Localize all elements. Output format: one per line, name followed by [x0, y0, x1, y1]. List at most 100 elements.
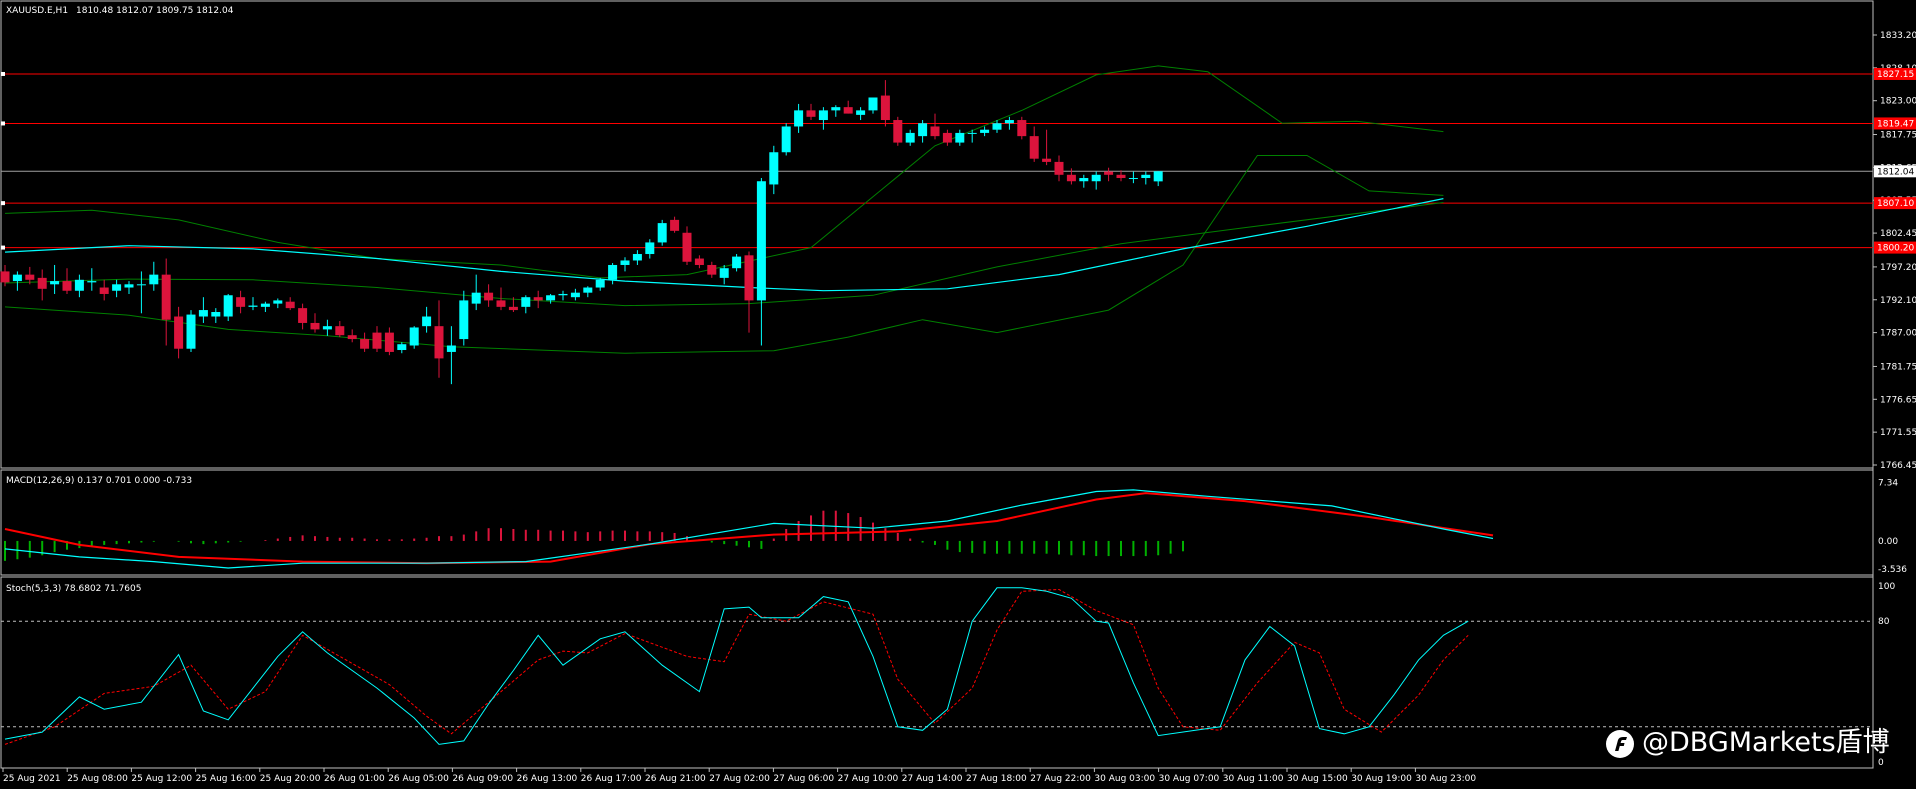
candle-body	[1079, 178, 1089, 182]
time-tick-label: 25 Aug 08:00	[67, 774, 128, 784]
candle-body	[546, 295, 556, 301]
candle-body	[756, 181, 766, 301]
candle-body	[446, 345, 456, 352]
candle-body	[236, 297, 246, 307]
price-pane[interactable]	[0, 0, 1874, 469]
candle-body	[99, 287, 109, 294]
candle-body	[310, 322, 320, 330]
candle-body	[149, 274, 159, 285]
price-tick-label: 1802.45	[1880, 229, 1916, 239]
level-price-tag-label: 1827.15	[1877, 70, 1914, 80]
candle-body	[694, 258, 704, 265]
candle-body	[335, 326, 345, 336]
time-tick-label: 27 Aug 02:00	[709, 774, 770, 784]
time-tick-label: 30 Aug 19:00	[1351, 774, 1412, 784]
candle-body	[186, 314, 196, 349]
candle-body	[248, 305, 258, 307]
candle-body	[124, 284, 134, 288]
candle-body	[198, 310, 208, 317]
candle-body	[558, 293, 568, 296]
candle-body	[806, 110, 816, 117]
candle-body	[397, 344, 407, 351]
candle-body	[1042, 158, 1052, 162]
price-tick-label: 1792.10	[1880, 296, 1916, 306]
candle-body	[1066, 174, 1076, 182]
candle-body	[422, 316, 432, 327]
ohlc-readout: 1810.48 1812.07 1809.75 1812.04	[76, 6, 234, 16]
candle-body	[918, 123, 928, 137]
candle-body	[223, 295, 233, 317]
price-tick-label: 1781.75	[1880, 362, 1916, 372]
time-tick-label: 26 Aug 09:00	[452, 774, 513, 784]
candle-body	[570, 292, 580, 298]
time-tick-label: 26 Aug 05:00	[388, 774, 449, 784]
time-tick-label: 26 Aug 13:00	[517, 774, 578, 784]
time-tick-label: 30 Aug 23:00	[1415, 774, 1476, 784]
candle-body	[471, 292, 481, 304]
candle-body	[608, 264, 618, 280]
stoch-scale-label: 80	[1878, 617, 1890, 627]
macd-scale-label: 7.34	[1878, 478, 1898, 488]
candle-body	[434, 326, 444, 359]
candle-body	[880, 95, 890, 121]
candle-body	[161, 274, 171, 320]
candle-body	[496, 300, 506, 307]
candle-body	[1004, 120, 1014, 124]
candle-body	[322, 326, 332, 330]
candle-body	[136, 284, 146, 286]
time-tick-label: 30 Aug 03:00	[1094, 774, 1155, 784]
time-tick-label: 25 Aug 20:00	[260, 774, 321, 784]
candle-body	[781, 126, 791, 153]
svg-text:@DBGMarkets盾博: @DBGMarkets盾博	[1642, 727, 1890, 758]
time-tick-label: 27 Aug 18:00	[966, 774, 1027, 784]
candle-body	[670, 219, 680, 231]
candle-body	[37, 277, 47, 289]
candle-body	[74, 279, 84, 291]
candle-body	[794, 110, 804, 127]
candle-body	[273, 300, 283, 304]
time-tick-label: 30 Aug 15:00	[1287, 774, 1348, 784]
time-tick-label: 27 Aug 10:00	[838, 774, 899, 784]
candle-body	[595, 279, 605, 288]
candle-body	[893, 120, 903, 143]
stoch-scale-label: 100	[1878, 582, 1895, 592]
price-tick-label: 1823.00	[1880, 97, 1916, 107]
stoch-main-line	[4, 587, 1469, 745]
bollinger-lower-line	[4, 155, 1444, 354]
candle-body	[657, 223, 667, 243]
level-price-tag-label: 1800.20	[1877, 244, 1914, 254]
macd-main-line	[4, 489, 1494, 569]
level-line-handle	[1, 201, 5, 206]
candle-body	[930, 126, 940, 137]
candle-body	[12, 274, 22, 282]
candle-body	[409, 327, 419, 346]
time-tick-label: 25 Aug 16:00	[196, 774, 257, 784]
candle-body	[868, 97, 878, 111]
dbg-logo-icon	[1606, 730, 1634, 758]
candle-body	[1017, 120, 1027, 137]
stoch-label: Stoch(5,3,3) 78.6802 71.7605	[6, 584, 141, 594]
candle-body	[967, 132, 977, 134]
candle-body	[942, 132, 952, 143]
level-line-handle	[1, 245, 5, 250]
candle-body	[62, 281, 72, 291]
price-tick-label: 1817.75	[1880, 131, 1916, 141]
candle-body	[1128, 178, 1138, 180]
time-tick-label: 26 Aug 21:00	[645, 774, 706, 784]
watermark: @DBGMarkets盾博	[1606, 727, 1890, 758]
stoch-pane[interactable]	[0, 576, 1874, 769]
candle-body	[459, 300, 469, 340]
trading-chart[interactable]: 1833.201828.101823.001817.751812.651807.…	[0, 0, 1916, 789]
price-tick-label: 1787.00	[1880, 329, 1916, 339]
candle-body	[521, 297, 531, 307]
candle-body	[484, 292, 494, 301]
candle-body	[1091, 174, 1101, 182]
candle-body	[87, 281, 97, 283]
candle-body	[1029, 136, 1039, 159]
macd-signal-line	[4, 492, 1494, 565]
candle-body	[0, 271, 10, 283]
level-price-tag-label: 1819.47	[1877, 119, 1914, 129]
candle-body	[818, 110, 828, 121]
level-line-handle	[1, 71, 5, 76]
price-tick-label: 1833.20	[1880, 31, 1916, 41]
